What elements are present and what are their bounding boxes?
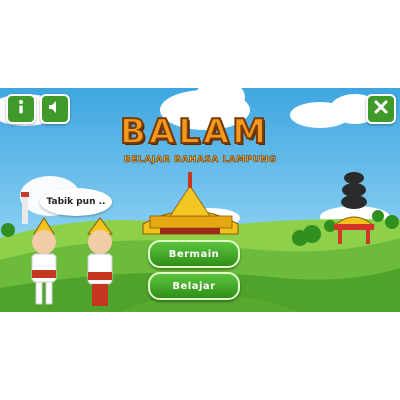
game-screen: BALAM BELAJAR BAHASA LAMPUNG Tabik pun .… bbox=[0, 88, 400, 312]
sound-button[interactable] bbox=[40, 94, 70, 124]
learn-button[interactable]: Belajar bbox=[148, 272, 240, 300]
game-subtitle: BELAJAR BAHASA LAMPUNG bbox=[124, 155, 277, 166]
game-title: BALAM bbox=[119, 112, 270, 152]
info-button[interactable] bbox=[6, 94, 36, 124]
speech-bubble-text: Tabik pun .. bbox=[46, 197, 106, 207]
close-button[interactable] bbox=[366, 94, 396, 124]
palace-building bbox=[142, 172, 239, 235]
speaker-icon bbox=[46, 98, 64, 120]
close-icon bbox=[372, 98, 390, 120]
speech-bubble: Tabik pun .. bbox=[40, 188, 112, 216]
play-button[interactable]: Bermain bbox=[148, 240, 240, 268]
info-icon bbox=[12, 98, 30, 120]
